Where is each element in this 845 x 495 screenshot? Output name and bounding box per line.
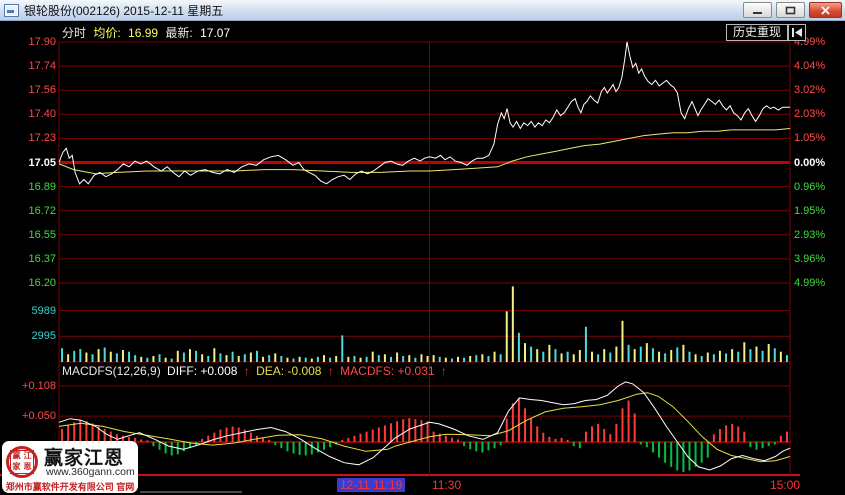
percent-axis-label: 0.00% — [794, 157, 840, 169]
price-axis-label: 16.37 — [14, 253, 56, 265]
avg-price-value: 16.99 — [128, 26, 158, 40]
maximize-icon — [785, 6, 796, 15]
brand-watermark: 赢江 家恩 赢家江恩 www.360gann.com 郑州市赢软件开发有限公司 … — [2, 441, 138, 493]
brand-company: 郑州市赢软件开发有限公司 官网 — [4, 480, 136, 493]
up-arrow-icon: ↑ — [244, 364, 250, 378]
skip-to-start-button[interactable] — [788, 24, 806, 41]
price-axis-label: 17.40 — [14, 108, 56, 120]
percent-axis-label: 3.02% — [794, 84, 840, 96]
percent-axis-label: 3.96% — [794, 253, 840, 265]
chart-mode-label: 分时 — [62, 26, 86, 40]
skip-to-start-icon — [791, 27, 803, 38]
macd-histogram — [61, 398, 788, 472]
macd-hist-value: MACDFS: +0.031 — [340, 364, 434, 378]
price-axis-label: 17.23 — [14, 132, 56, 144]
price-axis-label: 16.72 — [14, 205, 56, 217]
price-axis-label: 16.55 — [14, 229, 56, 241]
minimize-button[interactable] — [743, 2, 772, 18]
history-replay-button[interactable]: 历史重现 — [726, 24, 788, 41]
close-icon — [820, 6, 831, 15]
macd-dea-value: DEA: -0.008 — [256, 364, 321, 378]
percent-axis-label: 1.95% — [794, 205, 840, 217]
price-axis-label: 16.89 — [14, 181, 56, 193]
price-axis-label: 17.90 — [14, 36, 56, 48]
window-titlebar: 银轮股份(002126) 2015-12-11 星期五 — [0, 0, 845, 21]
close-button[interactable] — [809, 2, 842, 18]
price-axis-label: 17.74 — [14, 60, 56, 72]
intraday-chart-canvas[interactable] — [0, 0, 845, 495]
replay-time-indicator: 12-11 11:19 — [337, 478, 405, 492]
app-window: 17.90 17.74 17.56 17.40 17.23 17.05 16.89 16.72… — [0, 0, 845, 495]
macd-diff-value: DIFF: +0.008 — [167, 364, 237, 378]
price-axis-label: 17.05 — [14, 157, 56, 169]
average-price-line — [59, 129, 790, 174]
macd-axis-label: +0.050 — [14, 410, 56, 422]
percent-axis-label: 1.05% — [794, 132, 840, 144]
macd-dea-line — [59, 393, 790, 462]
brand-seal-icon: 赢江 家恩 — [6, 446, 38, 478]
percent-axis-label: 2.03% — [794, 108, 840, 120]
minimize-icon — [752, 6, 763, 15]
percent-axis-label: 4.04% — [794, 60, 840, 72]
percent-axis-label: 0.96% — [794, 181, 840, 193]
volume-axis-label: 5989 — [14, 305, 56, 317]
percent-axis-label: 2.93% — [794, 229, 840, 241]
maximize-button[interactable] — [776, 2, 805, 18]
volume-bars — [61, 286, 788, 362]
brand-url: www.360gann.com — [46, 466, 135, 478]
up-arrow-icon: ↑ — [441, 364, 447, 378]
macd-axis-label: +0.108 — [14, 380, 56, 392]
window-title: 银轮股份(002126) 2015-12-11 星期五 — [24, 2, 223, 19]
volume-axis-label: 2995 — [14, 330, 56, 342]
up-arrow-icon: ↑ — [328, 364, 334, 378]
percent-axis-label: 4.99% — [794, 277, 840, 289]
price-axis-label: 17.56 — [14, 84, 56, 96]
time-axis-1130: 11:30 — [432, 478, 461, 492]
macd-indicator-name: MACDFS(12,26,9) — [62, 364, 161, 378]
quote-info-bar: 分时 均价: 16.99 最新: 17.07 — [62, 24, 234, 39]
app-icon — [4, 4, 19, 17]
last-price-label: 最新: — [165, 26, 192, 40]
macd-readout: MACDFS(12,26,9) DIFF: +0.008 ↑ DEA: -0.0… — [62, 364, 450, 378]
avg-price-label: 均价: — [93, 26, 120, 40]
price-axis-label: 16.20 — [14, 277, 56, 289]
time-axis-1500: 15:00 — [760, 478, 800, 492]
macd-diff-line — [59, 382, 790, 470]
last-price-value: 17.07 — [200, 26, 230, 40]
